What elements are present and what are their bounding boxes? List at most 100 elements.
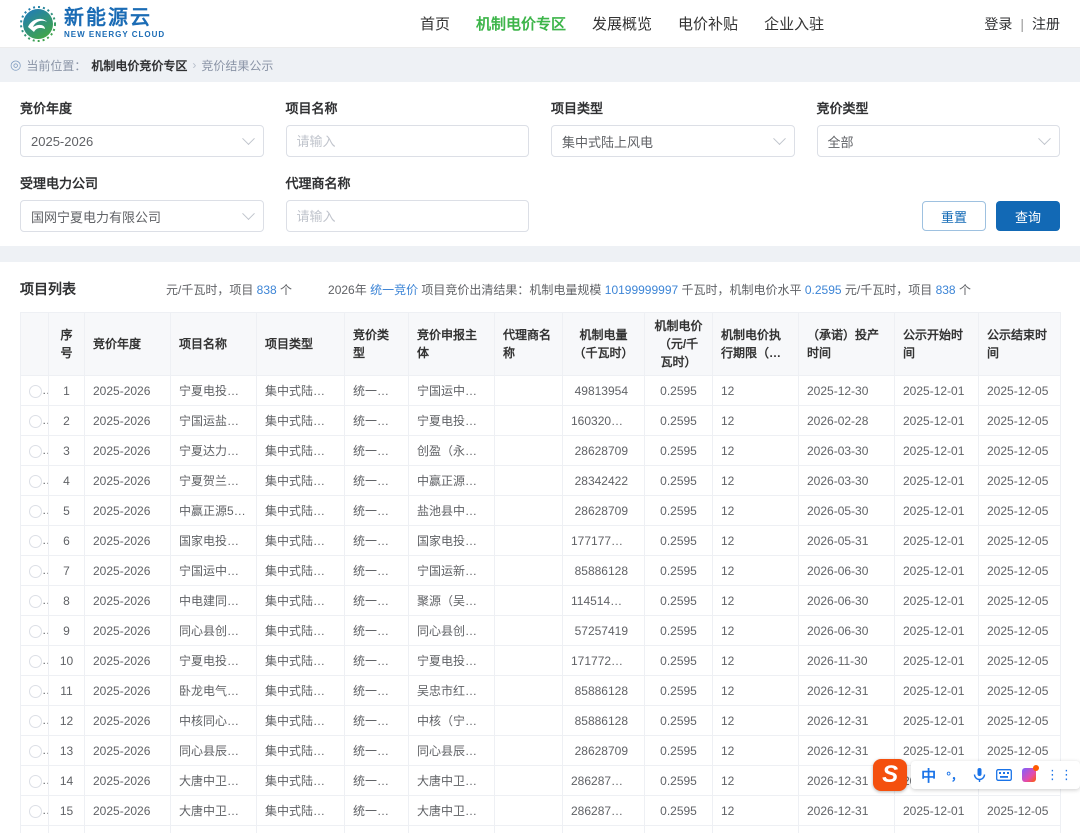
row-radio[interactable] — [29, 655, 42, 668]
project-name-input[interactable] — [297, 134, 519, 149]
cell-project-name: 宁国运中宁徐... — [171, 556, 257, 586]
breadcrumb-section[interactable]: 机制电价竞价专区 — [91, 57, 187, 74]
row-radio[interactable] — [29, 595, 42, 608]
cell-project-type: 集中式陆上风电 — [257, 376, 345, 406]
cell-publicity-end: 2025-12-05 — [979, 436, 1061, 466]
cell-commission-date: 2026-02-28 — [799, 406, 895, 436]
row-radio[interactable] — [29, 535, 42, 548]
cell-declare-subject: 大唐中卫新能... — [409, 796, 495, 826]
row-radio[interactable] — [29, 775, 42, 788]
row-radio[interactable] — [29, 715, 42, 728]
row-radio[interactable] — [29, 745, 42, 758]
cell-declare-subject: 宁夏电投盐池... — [409, 646, 495, 676]
cell-publicity-end: 2025-12-05 — [979, 376, 1061, 406]
nav-item-enterprise-entry[interactable]: 企业入驻 — [764, 13, 824, 34]
cell-year: 2025-2026 — [85, 736, 171, 766]
row-radio[interactable] — [29, 415, 42, 428]
project-type-select[interactable]: 集中式陆上风电 — [551, 125, 795, 157]
agent-name-input[interactable] — [297, 209, 519, 224]
cell-price: 0.2595 — [645, 376, 713, 406]
filter-bidding-year: 竞价年度 2025-2026 — [20, 92, 264, 157]
cell-agent-name — [495, 676, 563, 706]
ime-language-toggle[interactable]: 中 — [921, 765, 936, 786]
cell-term: 12 — [713, 616, 799, 646]
row-radio[interactable] — [29, 685, 42, 698]
row-radio[interactable] — [29, 445, 42, 458]
header-seq: 序号 — [49, 313, 85, 376]
brand-name: 新能源云 — [64, 8, 165, 28]
cell-agent-name — [495, 466, 563, 496]
table-row: 8 2025-2026 中电建同心县2... 集中式陆上风电 统一竞价 聚源（吴… — [21, 586, 1061, 616]
breadcrumb: ◎ 当前位置： 机制电价竞价专区 › 竞价结果公示 — [0, 48, 1080, 82]
cell-project-type: 集中式陆上风电 — [257, 436, 345, 466]
filter-label: 受理电力公司 — [20, 173, 264, 192]
brand-logo-group[interactable]: 新能源云 NEW ENERGY CLOUD — [20, 6, 165, 42]
location-icon: ◎ — [10, 57, 21, 73]
row-radio[interactable] — [29, 805, 42, 818]
cell-publicity-end: 2025-12-05 — [979, 556, 1061, 586]
cell-project-name: 同心县辰辉50... — [171, 736, 257, 766]
filter-label: 代理商名称 — [286, 173, 530, 192]
main-nav: 首页 机制电价专区 发展概览 电价补贴 企业入驻 — [420, 13, 824, 34]
cell-term: 12 — [713, 436, 799, 466]
cell-price: 0.2595 — [645, 496, 713, 526]
cell-price: 0.2595 — [645, 736, 713, 766]
cell-commission-date: 2026-05-31 — [799, 526, 895, 556]
row-radio[interactable] — [29, 625, 42, 638]
cell-seq: 11 — [49, 676, 85, 706]
row-radio[interactable] — [29, 475, 42, 488]
filter-label: 项目名称 — [286, 98, 530, 117]
cell-energy: 171772256 — [563, 646, 645, 676]
cell-commission-date: 2026-12-31 — [799, 706, 895, 736]
auth-links: 登录 | 注册 — [984, 14, 1060, 34]
power-company-select[interactable]: 国网宁夏电力有限公司 — [20, 200, 264, 232]
cell-commission-date: 2026-11-30 — [799, 646, 895, 676]
more-options-icon[interactable]: ⋮⋮ — [1046, 767, 1074, 783]
ime-punctuation-toggle[interactable]: °， — [946, 767, 963, 784]
nav-item-price-subsidy[interactable]: 电价补贴 — [678, 13, 738, 34]
cell-seq: 13 — [49, 736, 85, 766]
cell-seq: 12 — [49, 706, 85, 736]
query-button[interactable]: 查询 — [996, 201, 1060, 231]
cell-energy: 177177936 — [563, 526, 645, 556]
bid-type-select[interactable]: 全部 — [817, 125, 1061, 157]
table-row: 11 2025-2026 卧龙电气红寺... 集中式陆上风电 统一竞价 吴忠市红… — [21, 676, 1061, 706]
filter-actions: 重置 查询 — [551, 167, 1060, 232]
cell-price: 0.2595 — [645, 586, 713, 616]
cell-publicity-start: 2025-12-01 — [895, 406, 979, 436]
header-agent: 代理商名称 — [495, 313, 563, 376]
chevron-down-icon — [242, 207, 255, 220]
bidding-year-select[interactable]: 2025-2026 — [20, 125, 264, 157]
table-header: 序号 竞价年度 项目名称 项目类型 竞价类型 竞价申报主体 代理商名称 机制电量… — [21, 313, 1061, 376]
cell-year: 2025-2026 — [85, 616, 171, 646]
header-commission: （承诺）投产时间 — [799, 313, 895, 376]
cell-agent-name — [495, 526, 563, 556]
row-radio[interactable] — [29, 385, 42, 398]
row-radio[interactable] — [29, 505, 42, 518]
skin-icon[interactable] — [1022, 768, 1036, 782]
nav-item-mechanism-price[interactable]: 机制电价专区 — [476, 13, 566, 34]
cell-commission-date: 2026-03-30 — [799, 436, 895, 466]
cell-project-type: 集中式陆上风电 — [257, 676, 345, 706]
header-price: 机制电价（元/千瓦时） — [645, 313, 713, 376]
cell-project-type: 集中式陆上风电 — [257, 526, 345, 556]
nav-item-home[interactable]: 首页 — [420, 13, 450, 34]
cell-commission-date: 2026-12-31 — [799, 826, 895, 833]
cell-publicity-end: 2025-12-05 — [979, 826, 1061, 833]
cell-year: 2025-2026 — [85, 586, 171, 616]
login-link[interactable]: 登录 — [984, 14, 1012, 34]
microphone-icon[interactable] — [973, 768, 986, 783]
register-link[interactable]: 注册 — [1032, 14, 1060, 34]
select-value: 全部 — [828, 132, 854, 151]
sogou-logo-icon[interactable]: S — [873, 759, 907, 791]
row-radio[interactable] — [29, 565, 42, 578]
cell-price: 0.2595 — [645, 826, 713, 833]
cell-seq: 8 — [49, 586, 85, 616]
keyboard-icon[interactable] — [996, 769, 1012, 781]
reset-button[interactable]: 重置 — [922, 201, 986, 231]
nav-item-development-overview[interactable]: 发展概览 — [592, 13, 652, 34]
table-row: 12 2025-2026 中核同心县150... 集中式陆上风电 统一竞价 中核… — [21, 706, 1061, 736]
cell-price: 0.2595 — [645, 466, 713, 496]
cell-declare-subject: 宁国运中卫新... — [409, 376, 495, 406]
cell-project-name: 大唐中卫云基... — [171, 796, 257, 826]
